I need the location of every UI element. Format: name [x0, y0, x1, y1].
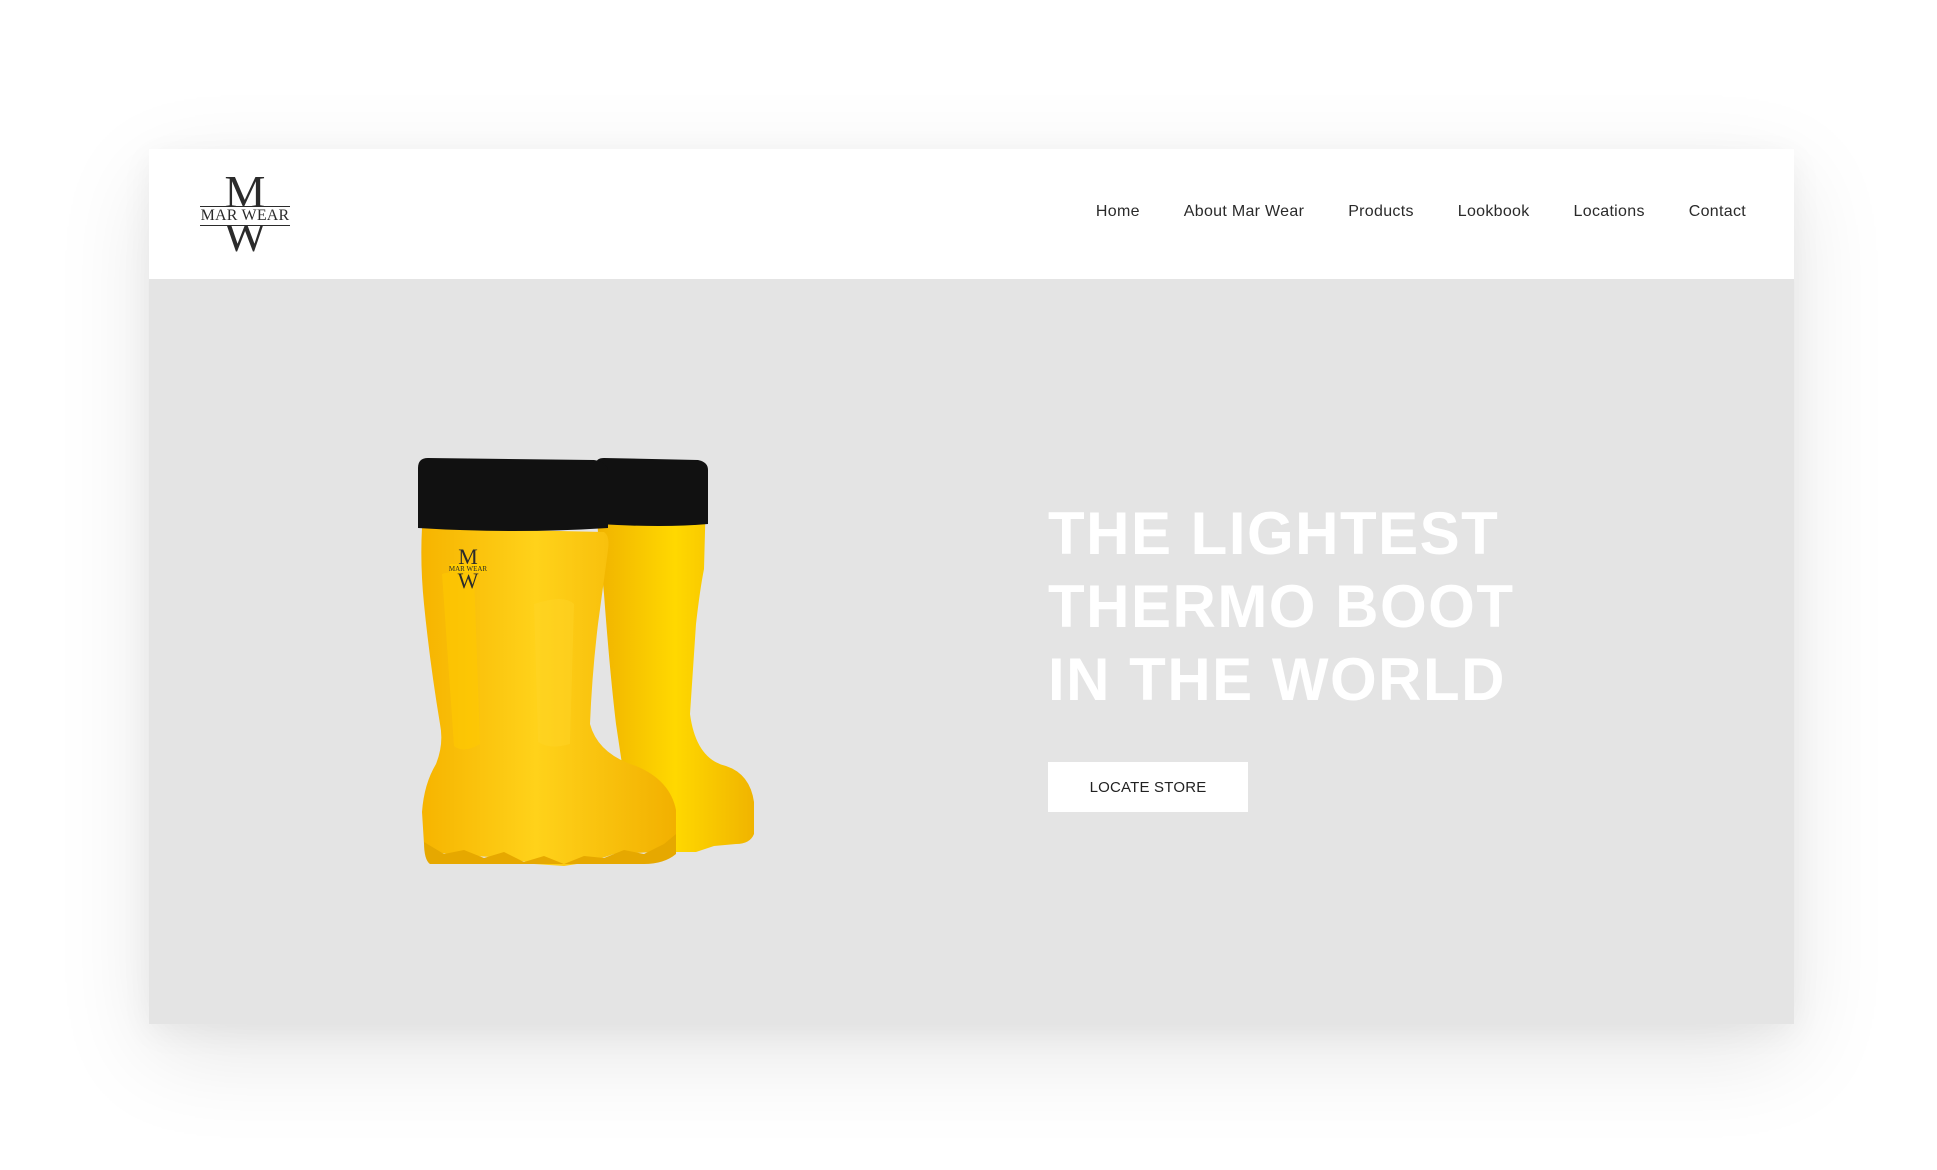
nav-home[interactable]: Home — [1096, 202, 1140, 222]
nav-products[interactable]: Products — [1348, 202, 1414, 222]
main-navigation: Home About Mar Wear Products Lookbook Lo… — [1052, 202, 1746, 222]
site-header: M W MAR WEAR Home About Mar Wear Product… — [149, 149, 1794, 279]
browser-page: M W MAR WEAR Home About Mar Wear Product… — [149, 149, 1794, 1024]
headline-line-3: IN THE WORLD — [1048, 646, 1506, 713]
headline-line-2: THERMO BOOT — [1048, 573, 1515, 640]
mar-wear-logo[interactable]: M W MAR WEAR — [197, 169, 293, 259]
hero-banner: M W MAR WEAR THE LIGHTEST THERMO BOOT IN… — [149, 279, 1794, 1024]
locate-store-button[interactable]: LOCATE STORE — [1048, 762, 1248, 812]
nav-contact[interactable]: Contact — [1689, 202, 1746, 222]
headline-line-1: THE LIGHTEST — [1048, 500, 1500, 567]
nav-about[interactable]: About Mar Wear — [1184, 202, 1304, 222]
logo-wordmark: MAR WEAR — [200, 206, 290, 226]
nav-lookbook[interactable]: Lookbook — [1458, 202, 1530, 222]
boot-logo-text: MAR WEAR — [449, 565, 488, 573]
hero-headline: THE LIGHTEST THERMO BOOT IN THE WORLD — [1048, 497, 1608, 716]
nav-locations[interactable]: Locations — [1574, 202, 1645, 222]
yellow-thermo-boots-image: M W MAR WEAR — [418, 458, 754, 866]
